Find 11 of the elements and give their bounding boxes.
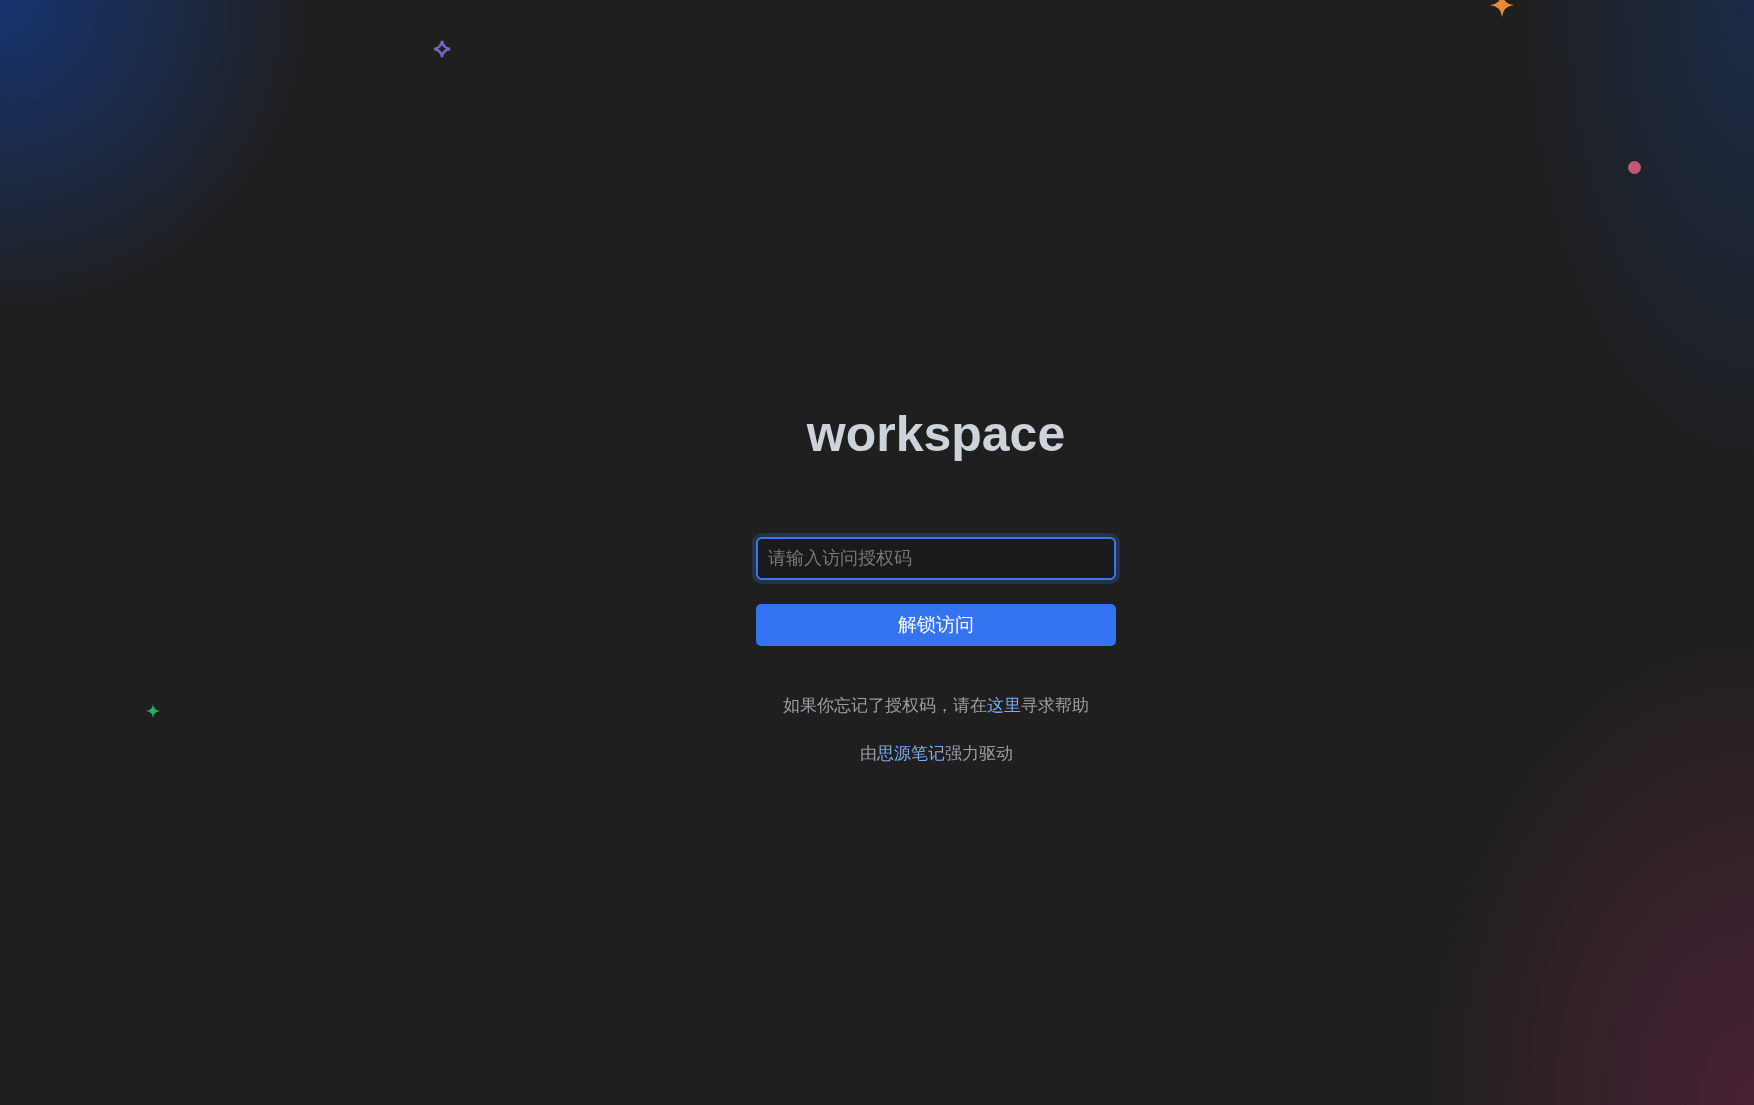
dot-icon <box>1628 161 1641 174</box>
access-code-field[interactable]: 请输入访问授权码 <box>756 537 1116 580</box>
sparkle-icon <box>146 704 160 718</box>
powered-by-text: 由思源笔记强力驱动 <box>859 743 1013 765</box>
unlock-button[interactable]: 解锁访问 <box>756 604 1116 646</box>
siyuan-link[interactable]: 思源笔记 <box>876 744 945 763</box>
app-title: workspace <box>806 405 1066 464</box>
sparkle-icon <box>432 39 452 59</box>
sparkle-icon <box>1490 0 1514 17</box>
help-link[interactable]: 这里 <box>987 696 1021 715</box>
help-text: 如果你忘记了授权码，请在这里寻求帮助 <box>783 695 1089 717</box>
